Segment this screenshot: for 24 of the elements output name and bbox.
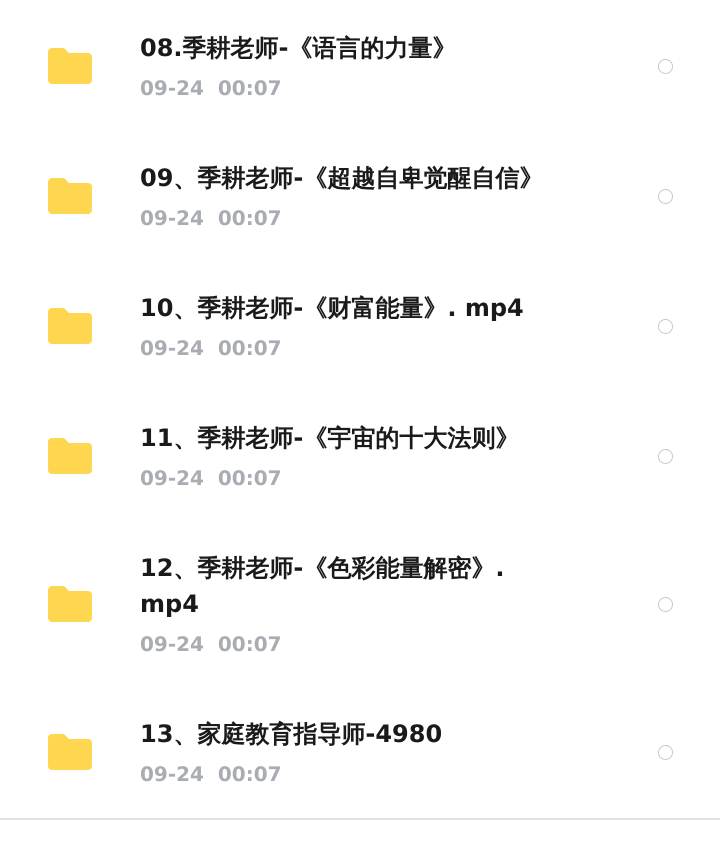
file-date: 09-24 00:07 (140, 631, 283, 658)
file-name[interactable]: 11、季耕老师-《宇宙的十大法则》 (140, 420, 565, 456)
file-name[interactable]: 13、家庭教育指导师-4980 (140, 716, 565, 752)
file-date: 09-24 00:07 (140, 335, 283, 362)
file-date: 09-24 00:07 (140, 75, 283, 102)
file-date: 09-24 00:07 (140, 205, 283, 232)
file-name[interactable]: 10、季耕老师-《财富能量》. mp4 (140, 290, 565, 326)
folder-icon (48, 48, 92, 84)
select-radio[interactable] (658, 188, 673, 204)
folder-icon (48, 308, 92, 344)
folder-icon (48, 438, 92, 474)
folder-icon (48, 734, 92, 770)
folder-icon (48, 178, 92, 214)
select-radio[interactable] (658, 58, 673, 74)
file-name[interactable]: 08.季耕老师-《语言的力量》 (140, 30, 565, 66)
file-name[interactable]: 09、季耕老师-《超越自卑觉醒自信》 (140, 160, 565, 196)
select-radio[interactable] (658, 744, 673, 760)
select-radio[interactable] (658, 318, 673, 334)
file-date: 09-24 00:07 (140, 465, 283, 492)
file-name[interactable]: 12、季耕老师-《色彩能量解密》. mp4 (140, 550, 565, 622)
select-radio[interactable] (658, 448, 673, 464)
select-radio[interactable] (658, 596, 673, 612)
file-date: 09-24 00:07 (140, 761, 283, 788)
folder-icon (48, 586, 92, 622)
